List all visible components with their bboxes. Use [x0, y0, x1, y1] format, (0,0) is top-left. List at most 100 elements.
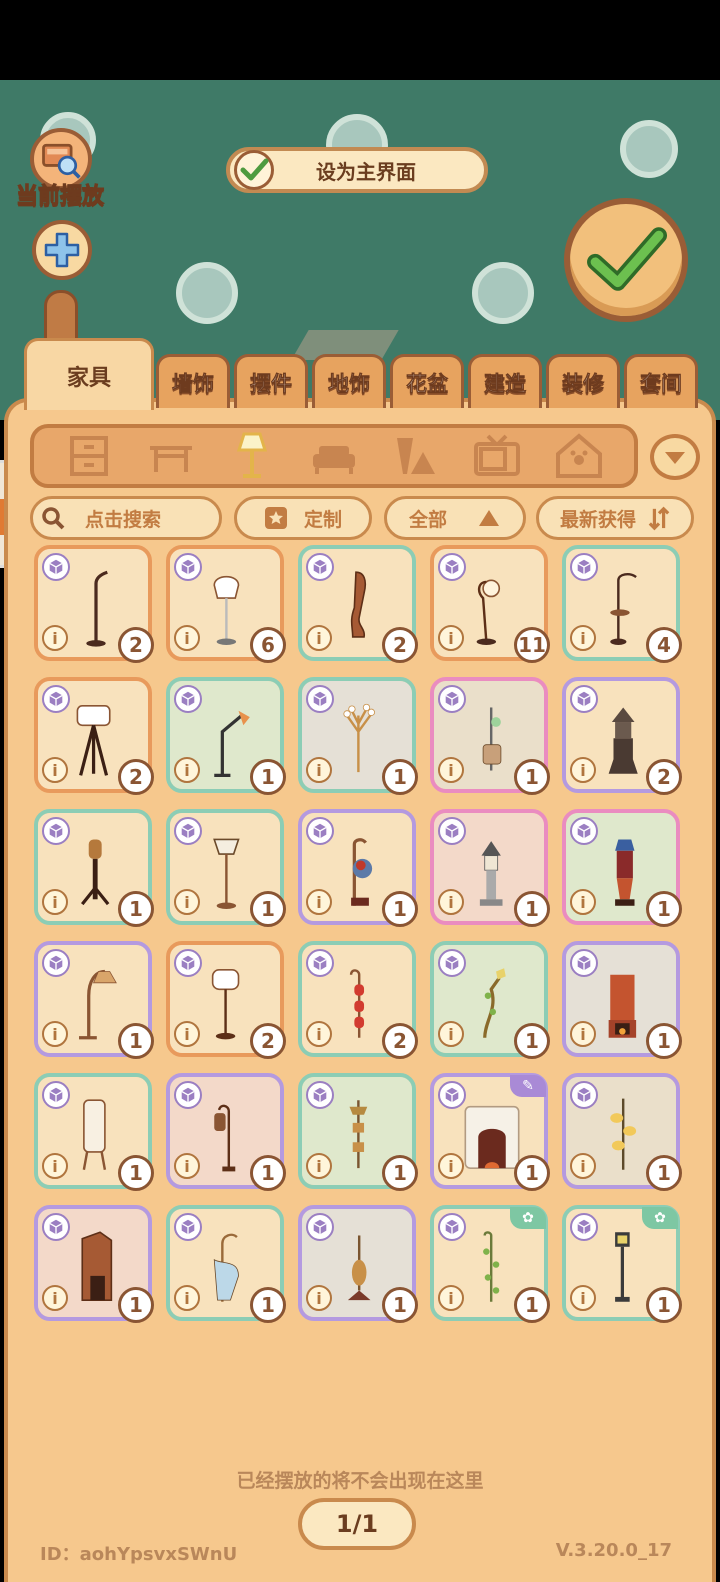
info-icon[interactable]: i — [570, 757, 596, 783]
furniture-item-card[interactable]: i 11 — [430, 545, 550, 663]
furniture-item-card[interactable]: i 1 ✿ — [430, 1205, 550, 1323]
search-field[interactable]: 点击搜索 — [30, 496, 222, 540]
category-decor[interactable] — [388, 430, 444, 482]
furniture-item-card[interactable]: i1 — [430, 941, 550, 1059]
info-icon[interactable]: i — [570, 625, 596, 651]
item-count-badge: 1 — [514, 759, 550, 795]
furniture-item-card[interactable]: i1 — [430, 809, 550, 927]
info-icon[interactable]: i — [306, 1285, 332, 1311]
category-table[interactable] — [143, 430, 199, 482]
info-icon[interactable]: i — [306, 625, 332, 651]
furniture-item-card[interactable]: i2 — [298, 545, 418, 663]
furniture-item-card[interactable]: i1 — [430, 677, 550, 795]
furniture-item-card[interactable]: i2 — [298, 941, 418, 1059]
category-sofa[interactable] — [306, 430, 362, 482]
info-icon[interactable]: i — [42, 1153, 68, 1179]
info-icon[interactable]: i — [306, 889, 332, 915]
furniture-item-card[interactable]: i 1 ✿ — [562, 1205, 682, 1323]
info-icon[interactable]: i — [570, 1021, 596, 1047]
tab-ornaments[interactable]: 摆件 — [234, 354, 308, 408]
category-floor-lamp[interactable] — [224, 430, 280, 482]
category-cabinet[interactable] — [61, 430, 117, 482]
info-icon[interactable]: i — [42, 1021, 68, 1047]
tab-floor-decor[interactable]: 地饰 — [312, 354, 386, 408]
info-icon[interactable]: i — [42, 625, 68, 651]
furniture-item-card[interactable]: i1 — [34, 941, 154, 1059]
item-count-badge: 1 — [646, 891, 682, 927]
info-icon[interactable]: i — [174, 625, 200, 651]
info-icon[interactable]: i — [438, 1021, 464, 1047]
furniture-item-card[interactable]: i1 — [562, 809, 682, 927]
info-icon[interactable]: i — [438, 1285, 464, 1311]
furniture-item-card[interactable]: i1 — [34, 1205, 154, 1323]
rarity-filter-dropdown[interactable]: 全部 — [384, 496, 526, 540]
search-placeholder: 点击搜索 — [85, 508, 162, 531]
info-icon[interactable]: i — [306, 1153, 332, 1179]
furniture-item-card[interactable]: i1 — [166, 1205, 286, 1323]
info-icon[interactable]: i — [174, 1285, 200, 1311]
furniture-item-card[interactable]: i 1 ✎ — [430, 1073, 550, 1191]
set-main-screen-toggle[interactable]: 设为主界面 — [226, 147, 488, 193]
add-button[interactable] — [32, 220, 92, 280]
furniture-item-card[interactable]: i4 — [562, 545, 682, 663]
furniture-item-card[interactable]: i1 — [298, 809, 418, 927]
furniture-item-card[interactable]: i6 — [166, 545, 286, 663]
info-icon[interactable]: i — [174, 1153, 200, 1179]
furniture-item-card[interactable]: i1 — [298, 1073, 418, 1191]
confirm-button[interactable] — [564, 198, 688, 322]
furniture-item-card[interactable]: i2 — [34, 677, 154, 795]
info-icon[interactable]: i — [174, 889, 200, 915]
info-icon[interactable]: i — [438, 889, 464, 915]
tab-wall-decor[interactable]: 墙饰 — [156, 354, 230, 408]
item-count-badge: 1 — [646, 1155, 682, 1191]
info-icon[interactable]: i — [438, 1153, 464, 1179]
furniture-item-card[interactable]: i2 — [166, 941, 286, 1059]
info-icon[interactable]: i — [174, 757, 200, 783]
check-icon — [587, 227, 667, 291]
category-pet-house[interactable] — [551, 430, 607, 482]
furniture-item-card[interactable]: i1 — [562, 1073, 682, 1191]
tab-renovation[interactable]: 装修 — [546, 354, 620, 408]
info-icon[interactable]: i — [42, 757, 68, 783]
furniture-type-icon — [174, 1213, 202, 1241]
current-placement-label: 当前摆放 — [15, 184, 104, 210]
furniture-item-card[interactable]: i1 — [34, 1073, 154, 1191]
furniture-item-card[interactable]: i1 — [298, 677, 418, 795]
expand-categories-button[interactable] — [650, 434, 700, 480]
furniture-item-card[interactable]: i1 — [166, 677, 286, 795]
furniture-item-card[interactable]: i1 — [166, 1073, 286, 1191]
furniture-type-icon — [174, 949, 202, 977]
furniture-type-icon — [42, 817, 70, 845]
info-icon[interactable]: i — [570, 889, 596, 915]
custom-filter-button[interactable]: 定制 — [234, 496, 372, 540]
info-icon[interactable]: i — [306, 757, 332, 783]
category-tv[interactable] — [469, 430, 525, 482]
furniture-item-card[interactable]: i1 — [562, 941, 682, 1059]
furniture-item-card[interactable]: i2 — [562, 677, 682, 795]
tab-construction[interactable]: 建造 — [468, 354, 542, 408]
item-count-badge: 1 — [250, 891, 286, 927]
page-indicator[interactable]: 1/1 — [298, 1498, 416, 1550]
info-icon[interactable]: i — [174, 1021, 200, 1047]
tv-icon — [474, 434, 521, 476]
furniture-item-card[interactable]: i1 — [166, 809, 286, 927]
tab-furniture[interactable]: 家具 — [24, 338, 154, 410]
furniture-item-card[interactable]: i1 — [298, 1205, 418, 1323]
sort-dropdown[interactable]: 最新获得 — [536, 496, 694, 540]
info-icon[interactable]: i — [438, 625, 464, 651]
tab-flower-pots[interactable]: 花盆 — [390, 354, 464, 408]
check-icon — [234, 150, 274, 190]
info-icon[interactable]: i — [438, 757, 464, 783]
info-icon[interactable]: i — [42, 1285, 68, 1311]
item-count-badge: 1 — [514, 1023, 550, 1059]
tab-suites[interactable]: 套间 — [624, 354, 698, 408]
info-icon[interactable]: i — [570, 1285, 596, 1311]
furniture-item-card[interactable]: i2 — [34, 545, 154, 663]
info-icon[interactable]: i — [306, 1021, 332, 1047]
furniture-item-card[interactable]: i1 — [34, 809, 154, 927]
sun-decoration-icon — [176, 262, 238, 324]
sort-label: 最新获得 — [559, 508, 636, 531]
info-icon[interactable]: i — [42, 889, 68, 915]
info-icon[interactable]: i — [570, 1153, 596, 1179]
item-count-badge: 1 — [382, 891, 418, 927]
